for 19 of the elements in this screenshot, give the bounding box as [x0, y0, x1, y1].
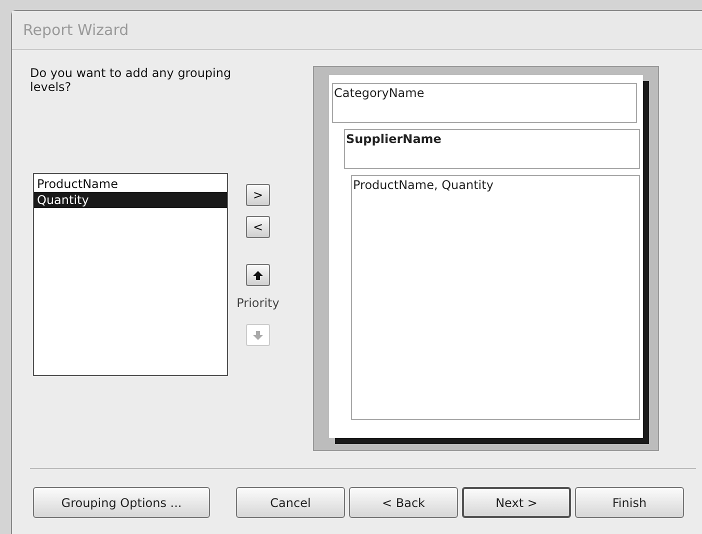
move-up-button[interactable] — [246, 264, 270, 286]
wizard-button[interactable]: Finish — [575, 487, 684, 518]
section-label: ProductName, Quantity — [353, 178, 494, 192]
list-item[interactable]: ProductName — [34, 176, 227, 192]
window-title: Report Wizard — [23, 21, 129, 39]
down-arrow-icon — [253, 330, 263, 340]
list-item[interactable]: Quantity — [34, 192, 227, 208]
section-label: SupplierName — [346, 132, 442, 146]
wizard-button[interactable]: < Back — [349, 487, 458, 518]
wizard-button[interactable]: Next > — [462, 487, 571, 518]
move-button[interactable]: > — [246, 184, 270, 206]
field-list[interactable]: ProductName Quantity — [33, 173, 228, 376]
section-label: CategoryName — [334, 86, 424, 100]
wizard-button[interactable]: Grouping Options ... — [33, 487, 210, 518]
priority-label: Priority — [236, 296, 280, 310]
up-arrow-icon — [253, 270, 263, 280]
question-text: Do you want to add any grouping levels? — [30, 66, 232, 94]
wizard-button[interactable]: Cancel — [236, 487, 345, 518]
move-button[interactable]: < — [246, 216, 270, 238]
